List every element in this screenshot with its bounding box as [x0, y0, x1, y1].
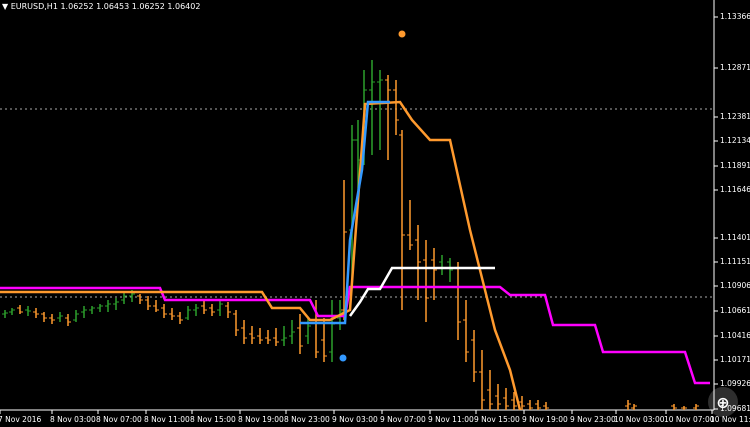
orange-signal-dot: [398, 30, 406, 38]
time-label: 9 Nov 23:00: [570, 415, 616, 424]
price-label: 1.11151: [720, 257, 750, 266]
price-label: 1.12871: [720, 63, 750, 72]
price-label: 1.10171: [720, 355, 750, 364]
price-label: 1.13366: [720, 12, 750, 21]
price-label: 1.11646: [720, 185, 750, 194]
price-label: 1.11891: [720, 161, 750, 170]
time-label: 9 Nov 07:00: [380, 415, 426, 424]
price-label: 1.12381: [720, 112, 750, 121]
time-label: 9 Nov 15:00: [474, 415, 520, 424]
time-label: 9 Nov 03:00: [332, 415, 378, 424]
time-label: 7 Nov 2016: [0, 415, 42, 424]
symbol-label: EURUSD,H1: [10, 2, 58, 11]
time-label: 9 Nov 19:00: [522, 415, 568, 424]
magenta-indicator-line: [0, 285, 710, 385]
blue-signal-dot: [339, 354, 347, 362]
ohlc-values: 1.06252 1.06453 1.06252 1.06402: [60, 2, 201, 11]
time-label: 8 Nov 03:00: [50, 415, 96, 424]
price-label: 1.11401: [720, 233, 750, 242]
time-label: 8 Nov 19:00: [238, 415, 284, 424]
time-label: 8 Nov 23:00: [284, 415, 330, 424]
time-label: 8 Nov 15:00: [190, 415, 236, 424]
time-label: 9 Nov 11:00: [428, 415, 474, 424]
chart-header: ▼ EURUSD,H1 1.06252 1.06453 1.06252 1.06…: [2, 2, 200, 11]
time-label: 10 Nov 07:00: [664, 415, 715, 424]
price-label: 1.10661: [720, 306, 750, 315]
time-label: 8 Nov 07:00: [96, 415, 142, 424]
time-label: 10 Nov 11:00: [710, 415, 750, 424]
white-indicator-line: [348, 266, 495, 317]
time-label: 8 Nov 11:00: [144, 415, 190, 424]
price-label: 1.10416: [720, 331, 750, 340]
zoom-button[interactable]: ⊕: [708, 387, 738, 417]
dropdown-arrow-icon[interactable]: ▼: [2, 2, 8, 11]
time-label: 10 Nov 03:00: [614, 415, 665, 424]
price-chart[interactable]: [0, 0, 750, 427]
magnifier-plus-icon: ⊕: [716, 392, 730, 412]
price-label: 1.10906: [720, 281, 750, 290]
price-label: 1.12134: [720, 136, 750, 145]
